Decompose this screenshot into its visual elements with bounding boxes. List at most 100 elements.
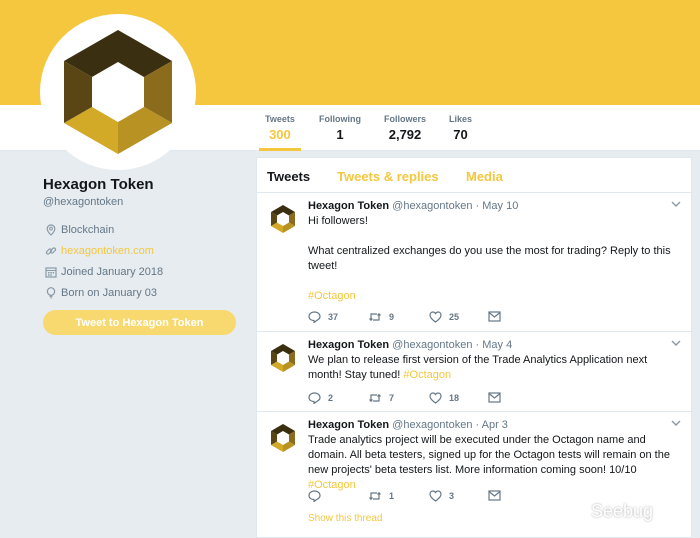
tweet-author-name[interactable]: Hexagon Token <box>308 339 389 351</box>
tab-media[interactable]: Media <box>466 169 503 184</box>
timeline: Tweets Tweets & replies Media Hexagon To… <box>256 157 692 538</box>
tweet-author-handle[interactable]: @hexagontoken <box>392 339 472 351</box>
envelope-icon <box>488 490 501 501</box>
tweet-author-handle[interactable]: @hexagontoken <box>392 419 472 431</box>
calendar-icon <box>43 266 59 278</box>
stat-followers[interactable]: Followers 2,792 <box>384 114 426 142</box>
tweet-text: Hi followers! What centralized exchanges… <box>308 214 683 304</box>
stat-value: 300 <box>269 127 291 142</box>
stat-label: Following <box>319 114 361 124</box>
balloon-icon <box>43 286 59 299</box>
tweet-author-handle[interactable]: @hexagontoken <box>392 200 472 212</box>
like-count: 18 <box>449 393 460 403</box>
chevron-down-icon[interactable] <box>671 420 681 427</box>
retweet-count: 7 <box>389 393 395 403</box>
profile-location: Blockchain <box>43 219 243 240</box>
envelope-icon <box>488 311 501 322</box>
profile-info: Blockchain hexagontoken.com Joined Janua… <box>43 219 243 303</box>
envelope-icon <box>488 392 501 403</box>
reply-count: 37 <box>328 312 339 322</box>
tweet-to-button[interactable]: Tweet to Hexagon Token <box>43 310 236 335</box>
profile-joined: Joined January 2018 <box>43 261 243 282</box>
tweet-header: Hexagon Token @hexagontoken · May 4 <box>308 339 512 351</box>
location-pin-icon <box>43 223 59 236</box>
profile-avatar[interactable] <box>40 14 196 170</box>
tab-tweets-replies[interactable]: Tweets & replies <box>337 169 439 184</box>
tweet-text-line: What centralized exchanges do you use th… <box>308 245 671 272</box>
stat-label: Followers <box>384 114 427 124</box>
reply-icon <box>308 311 321 323</box>
like-button[interactable]: 3 <box>429 490 454 502</box>
tweet-date[interactable]: · May 10 <box>476 200 519 212</box>
reply-button[interactable]: 2 <box>308 392 333 404</box>
profile-joined-text: Joined January 2018 <box>61 265 164 278</box>
retweet-count: 9 <box>389 312 395 322</box>
reply-icon <box>308 490 321 502</box>
tab-tweets[interactable]: Tweets <box>267 169 310 184</box>
heart-icon <box>429 490 442 502</box>
stat-value: 2,792 <box>388 127 422 142</box>
retweet-button[interactable]: 7 <box>368 392 394 404</box>
tweet-header: Hexagon Token @hexagontoken · May 10 <box>308 200 518 212</box>
tweet-text-content: Trade analytics project will be executed… <box>308 434 670 476</box>
chevron-down-icon[interactable] <box>671 340 681 347</box>
like-button[interactable]: 25 <box>429 311 459 323</box>
reply-button[interactable]: 37 <box>308 311 338 323</box>
heart-icon <box>429 392 442 404</box>
tweet-header: Hexagon Token @hexagontoken · Apr 3 <box>308 419 508 431</box>
tweet-date[interactable]: · May 4 <box>476 339 513 351</box>
like-count: 3 <box>449 491 455 501</box>
tweet-text: Trade analytics project will be executed… <box>308 433 683 493</box>
tweet-date[interactable]: · Apr 3 <box>476 419 508 431</box>
tweet[interactable]: Hexagon Token @hexagontoken · May 4 We p… <box>257 332 691 412</box>
tweet-author-name[interactable]: Hexagon Token <box>308 419 389 431</box>
tweet[interactable]: Hexagon Token @hexagontoken · May 10 Hi … <box>257 193 691 332</box>
profile-website[interactable]: hexagontoken.com <box>43 240 243 261</box>
chevron-down-icon[interactable] <box>671 201 681 208</box>
profile-card: Hexagon Token @hexagontoken Blockchain h… <box>43 176 243 303</box>
tweet-text-line: Hi followers! <box>308 215 368 227</box>
direct-message-button[interactable] <box>488 392 501 403</box>
retweet-button[interactable]: 1 <box>368 490 394 502</box>
stat-label: Tweets <box>265 114 295 124</box>
profile-birthday: Born on January 03 <box>43 282 243 303</box>
reply-count: 2 <box>328 393 334 403</box>
hashtag-link[interactable]: #Octagon <box>403 369 451 381</box>
stat-following[interactable]: Following 1 <box>319 114 361 142</box>
profile-handle: @hexagontoken <box>43 196 124 208</box>
profile-name: Hexagon Token <box>43 176 154 193</box>
seebug-watermark: Seebug <box>553 494 653 528</box>
direct-message-button[interactable] <box>488 490 501 501</box>
hexagon-logo-icon <box>64 30 172 154</box>
tweet-author-name[interactable]: Hexagon Token <box>308 200 389 212</box>
profile-website-link[interactable]: hexagontoken.com <box>61 245 154 257</box>
reply-icon <box>308 392 321 404</box>
heart-icon <box>429 311 442 323</box>
retweet-count: 1 <box>389 491 395 501</box>
hashtag-link[interactable]: #Octagon <box>308 289 683 304</box>
retweet-button[interactable]: 9 <box>368 311 394 323</box>
retweet-icon <box>369 491 381 501</box>
stat-likes[interactable]: Likes 70 <box>449 114 472 142</box>
like-button[interactable]: 18 <box>429 392 459 404</box>
stat-value: 70 <box>453 127 468 142</box>
tweet-avatar[interactable] <box>267 203 299 235</box>
stat-label: Likes <box>449 114 473 124</box>
tweet-text-content: We plan to release first version of the … <box>308 354 648 381</box>
reply-button[interactable] <box>308 490 328 502</box>
direct-message-button[interactable] <box>488 311 501 322</box>
tweet-avatar[interactable] <box>267 342 299 374</box>
tweet-text: We plan to release first version of the … <box>308 353 683 383</box>
like-count: 25 <box>449 312 460 322</box>
timeline-tabs: Tweets Tweets & replies Media <box>257 158 691 193</box>
stat-value: 1 <box>336 127 344 142</box>
stat-tweets[interactable]: Tweets 300 <box>259 114 301 151</box>
tweet-avatar[interactable] <box>267 422 299 454</box>
show-thread-link[interactable]: Show this thread <box>308 513 383 524</box>
link-icon <box>43 245 59 257</box>
retweet-icon <box>369 312 381 322</box>
profile-birthday-text: Born on January 03 <box>61 286 158 299</box>
profile-location-text: Blockchain <box>61 223 115 236</box>
watermark-text: Seebug <box>591 500 654 521</box>
seebug-logo-icon <box>553 494 587 528</box>
